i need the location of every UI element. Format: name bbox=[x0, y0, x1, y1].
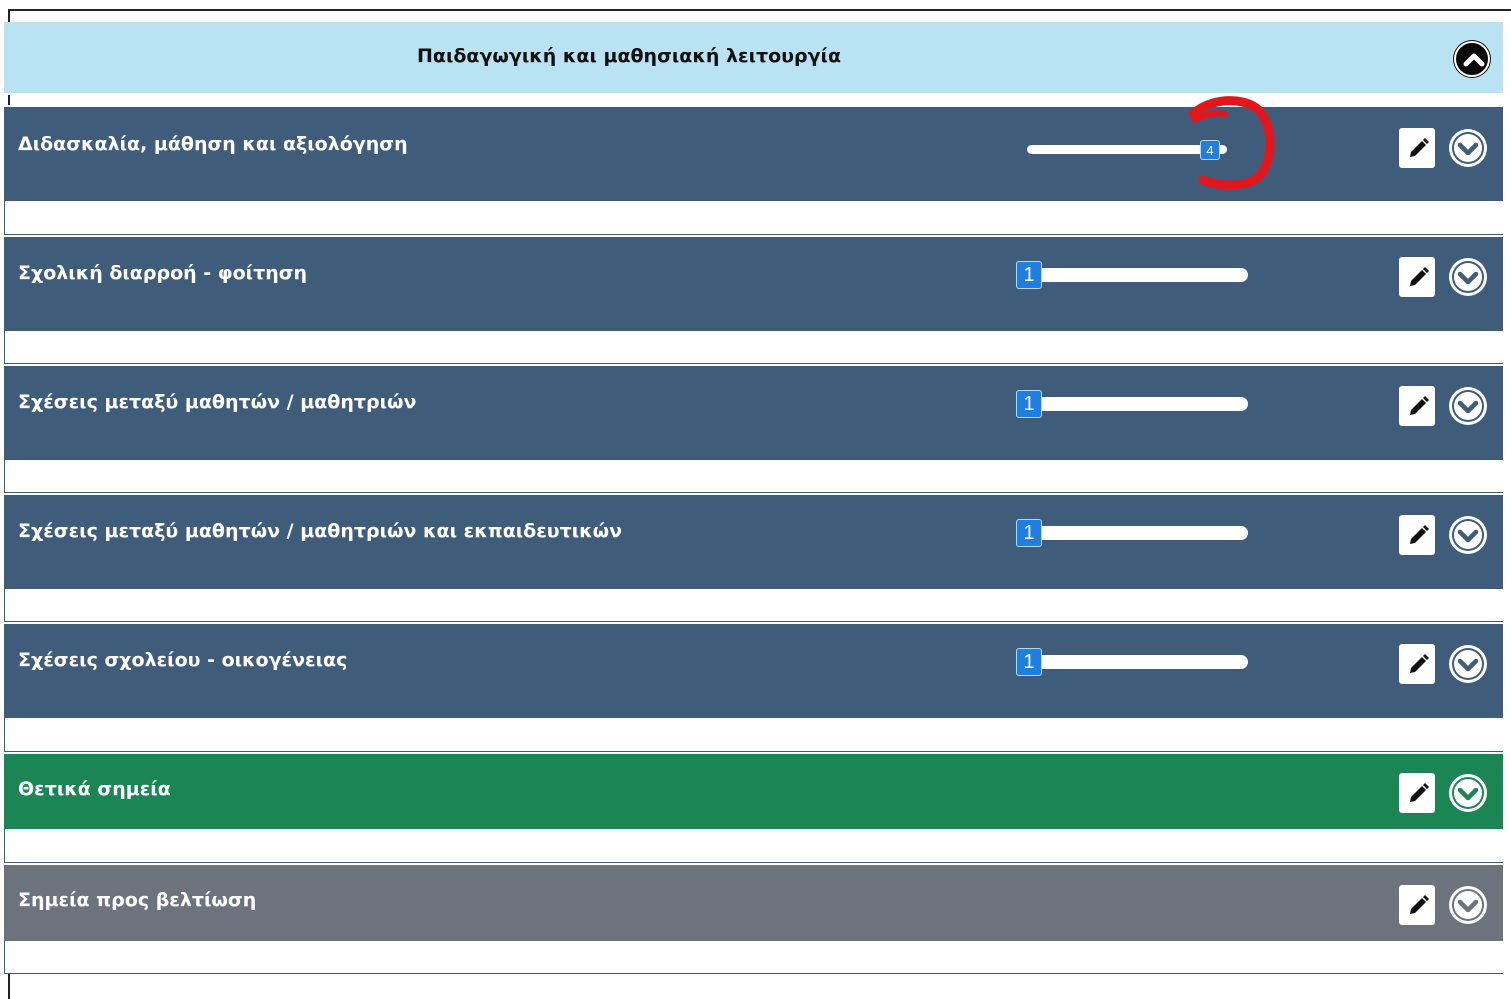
edit-button[interactable] bbox=[1399, 885, 1435, 925]
chevron-down-icon bbox=[1452, 132, 1484, 164]
edit-button[interactable] bbox=[1399, 386, 1435, 426]
pencil-icon bbox=[1410, 267, 1429, 286]
expand-button[interactable] bbox=[1449, 387, 1487, 425]
expand-button[interactable] bbox=[1449, 516, 1487, 554]
chevron-down-icon bbox=[1452, 261, 1484, 293]
chevron-down-icon bbox=[1452, 390, 1484, 422]
expand-button[interactable] bbox=[1449, 645, 1487, 683]
row-detail-area bbox=[4, 718, 1503, 752]
expand-button[interactable] bbox=[1449, 129, 1487, 167]
positive-points-row: Θετικά σημεία bbox=[4, 752, 1503, 829]
pencil-icon bbox=[1410, 138, 1429, 157]
criterion-row: Σχέσεις σχολείου - οικογένειας 1 bbox=[4, 622, 1503, 718]
section-header: Παιδαγωγική και μαθησιακή λειτουργία bbox=[4, 22, 1503, 95]
rating-slider-track[interactable] bbox=[1028, 655, 1248, 669]
section-title: Παιδαγωγική και μαθησιακή λειτουργία bbox=[417, 45, 841, 67]
improvement-points-row: Σημεία προς βελτίωση bbox=[4, 863, 1503, 941]
chevron-down-icon bbox=[1452, 777, 1484, 809]
criterion-label: Σχέσεις σχολείου - οικογένειας bbox=[18, 649, 348, 671]
pencil-icon bbox=[1410, 654, 1429, 673]
rating-slider-track[interactable] bbox=[1028, 397, 1248, 411]
rating-slider-track[interactable] bbox=[1028, 526, 1248, 540]
criterion-label: Διδασκαλία, μάθηση και αξιολόγηση bbox=[18, 133, 408, 155]
rating-slider-thumb[interactable]: 1 bbox=[1016, 648, 1042, 676]
improvement-points-label: Σημεία προς βελτίωση bbox=[18, 889, 257, 911]
chevron-down-icon bbox=[1452, 648, 1484, 680]
chevron-down-icon bbox=[1452, 519, 1484, 551]
rating-slider-thumb[interactable]: 1 bbox=[1016, 390, 1042, 418]
rating-slider-thumb[interactable]: 1 bbox=[1016, 261, 1042, 289]
row-detail-area bbox=[4, 331, 1503, 364]
pencil-icon bbox=[1410, 895, 1429, 914]
rating-slider-thumb[interactable]: 1 bbox=[1016, 519, 1042, 547]
row-detail-area bbox=[4, 829, 1503, 863]
edit-button[interactable] bbox=[1399, 644, 1435, 684]
positive-points-label: Θετικά σημεία bbox=[18, 778, 171, 800]
expand-button[interactable] bbox=[1449, 886, 1487, 924]
expand-button[interactable] bbox=[1449, 774, 1487, 812]
edit-button[interactable] bbox=[1399, 515, 1435, 555]
criterion-row: Σχέσεις μεταξύ μαθητών / μαθητριών 1 bbox=[4, 364, 1503, 460]
criterion-row: Σχέσεις μεταξύ μαθητών / μαθητριών και ε… bbox=[4, 493, 1503, 589]
row-detail-area bbox=[4, 201, 1503, 235]
criterion-label: Σχέσεις μεταξύ μαθητών / μαθητριών bbox=[18, 391, 417, 413]
criterion-row: Σχολική διαρροή - φοίτηση 1 bbox=[4, 235, 1503, 331]
row-detail-area bbox=[4, 941, 1503, 974]
red-annotation-mark bbox=[1188, 96, 1275, 190]
row-detail-area bbox=[4, 589, 1503, 622]
edit-button[interactable] bbox=[1399, 257, 1435, 297]
criterion-label: Σχολική διαρροή - φοίτηση bbox=[18, 262, 308, 284]
pencil-icon bbox=[1410, 396, 1429, 415]
row-detail-area bbox=[4, 460, 1503, 493]
pencil-icon bbox=[1410, 783, 1429, 802]
collapse-section-button[interactable] bbox=[1454, 41, 1490, 77]
chevron-up-icon bbox=[1463, 53, 1485, 67]
criterion-label: Σχέσεις μεταξύ μαθητών / μαθητριών και ε… bbox=[18, 520, 623, 542]
edit-button[interactable] bbox=[1399, 773, 1435, 813]
expand-button[interactable] bbox=[1449, 258, 1487, 296]
chevron-down-icon bbox=[1452, 889, 1484, 921]
pencil-icon bbox=[1410, 525, 1429, 544]
edit-button[interactable] bbox=[1399, 128, 1435, 168]
rating-slider-track[interactable] bbox=[1028, 268, 1248, 282]
